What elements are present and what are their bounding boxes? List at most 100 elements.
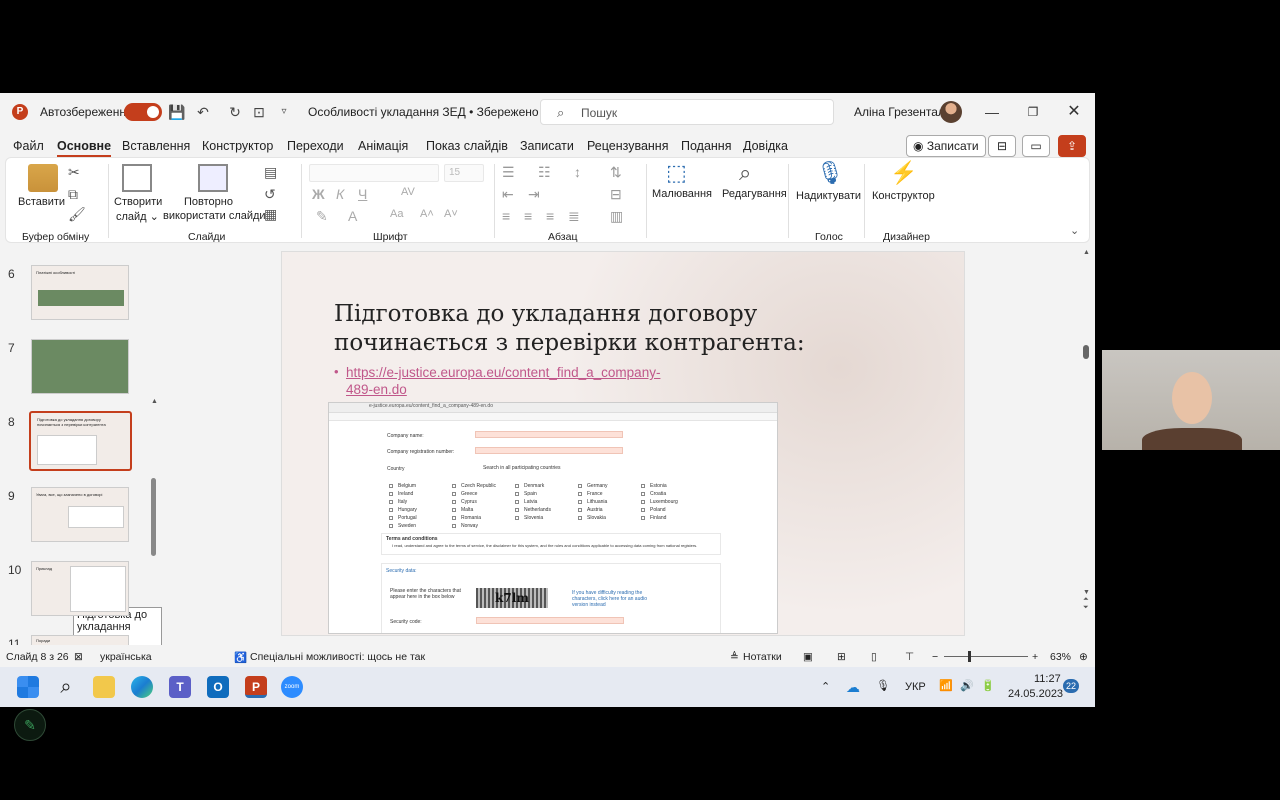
tab-record[interactable]: Записати [520, 139, 574, 153]
new-slide-dropdown[interactable]: слайд ⌄ [116, 210, 159, 223]
paste-icon[interactable] [28, 164, 58, 192]
battery-icon[interactable]: 🔋 [981, 679, 995, 692]
drawing-button[interactable]: Малювання [652, 188, 712, 200]
zoom-level[interactable]: 63% [1050, 651, 1071, 663]
zoom-app-icon[interactable]: zoom [281, 676, 303, 698]
new-slide-icon[interactable] [122, 164, 152, 192]
font-size-up-icon[interactable]: Aa [390, 208, 403, 220]
autosave-toggle[interactable] [124, 103, 162, 121]
notes-icon[interactable]: ≜ [730, 651, 739, 663]
dictate-button[interactable]: Надиктувати [796, 190, 861, 202]
font-name-box[interactable] [309, 164, 439, 182]
customize-toolbar-icon[interactable]: ▿ [275, 103, 293, 121]
microphone-icon[interactable]: 🎙 [816, 160, 844, 186]
thumbnail-slide-8[interactable]: Підготовка до укладання договору починає… [29, 411, 132, 471]
thumbnail-slide-6[interactable]: Платіжні особливості [31, 265, 129, 320]
tab-insert[interactable]: Вставлення [122, 139, 190, 153]
clock-date[interactable]: 24.05.2023 [1008, 688, 1063, 700]
slideshow-view-icon[interactable]: ⊤ [905, 651, 914, 663]
avatar[interactable] [940, 101, 962, 123]
numbering-icon[interactable]: ☷ [538, 164, 551, 181]
outlook-icon[interactable]: O [207, 676, 229, 698]
thumbnail-slide-7[interactable] [31, 339, 129, 394]
reuse-slides-icon[interactable] [198, 164, 228, 192]
annotate-pen-icon[interactable]: ✎ [14, 709, 46, 741]
decrease-indent-icon[interactable]: ⇤ [502, 186, 514, 203]
accessibility-icon[interactable]: ♿ [234, 651, 247, 664]
case-icon[interactable]: AV [401, 186, 415, 198]
comments-button[interactable]: ▭ [1022, 135, 1050, 157]
font-color-icon[interactable]: A [348, 208, 357, 224]
present-button[interactable]: ⊟ [988, 135, 1016, 157]
edge-icon[interactable] [131, 676, 153, 698]
mic-tray-icon[interactable]: 🎙 [876, 679, 890, 692]
layout-icon[interactable]: ▤ [264, 164, 277, 181]
text-direction-icon[interactable]: ⇅ [610, 164, 622, 181]
thumbnail-slide-11[interactable]: Поради [31, 635, 129, 645]
zoom-in-icon[interactable]: + [1032, 651, 1038, 663]
font-size-box[interactable]: 15 [444, 164, 484, 182]
reuse-label-2[interactable]: використати слайди [163, 210, 266, 222]
tab-view[interactable]: Подання [681, 139, 731, 153]
onedrive-icon[interactable]: ☁ [846, 679, 860, 696]
tab-slideshow[interactable]: Показ слайдів [426, 139, 508, 153]
tray-chevron-icon[interactable]: ⌃ [821, 680, 830, 693]
highlight-icon[interactable]: ✎ [316, 208, 328, 225]
slide-scrollbar[interactable]: ▲ ▼ ⏶ ⏷ [1083, 249, 1091, 629]
slide-title[interactable]: Підготовка до укладання договору починає… [334, 300, 854, 358]
align-text-icon[interactable]: ⊟ [610, 186, 622, 203]
search-taskbar-icon[interactable]: ⌕ [55, 676, 77, 698]
tab-animations[interactable]: Анімація [358, 139, 408, 153]
slide-canvas[interactable]: Підготовка до укладання договору починає… [281, 251, 965, 636]
paste-button[interactable]: Вставити [18, 196, 65, 208]
copy-icon[interactable]: ⧉ [68, 186, 78, 203]
start-icon[interactable] [17, 676, 39, 698]
zoom-out-icon[interactable]: − [932, 651, 938, 663]
normal-view-icon[interactable]: ▣ [803, 651, 813, 663]
tab-transitions[interactable]: Переходи [287, 139, 344, 153]
save-icon[interactable]: 💾 [168, 103, 186, 121]
underline-icon[interactable]: Ч [358, 186, 367, 202]
collapse-ribbon-icon[interactable]: ⌄ [1070, 224, 1079, 237]
new-slide-label[interactable]: Створити [114, 196, 162, 208]
drawing-icon[interactable]: ⬚ [666, 160, 687, 186]
align-center-icon[interactable]: ≡ [524, 208, 532, 224]
tab-review[interactable]: Рецензування [587, 139, 668, 153]
zoom-slider[interactable] [944, 651, 1028, 662]
wifi-icon[interactable]: 📶 [939, 679, 953, 692]
reading-view-icon[interactable]: ▯ [871, 651, 877, 663]
user-name[interactable]: Аліна Грезенталь [854, 105, 951, 119]
accessibility-status[interactable]: Спеціальні можливості: щось не так [250, 651, 425, 663]
document-title[interactable]: Особливості укладання ЗЕД • Збережено ⌄ [308, 105, 552, 119]
slide-embedded-screenshot[interactable]: e-justice.europa.eu/content_find_a_compa… [328, 402, 778, 634]
notification-badge[interactable]: 22 [1063, 679, 1079, 693]
columns-icon[interactable]: ▥ [610, 208, 623, 225]
section-icon[interactable]: ▦ [264, 206, 277, 223]
editing-button[interactable]: Редагування [722, 188, 787, 200]
powerpoint-taskbar-icon[interactable]: P [245, 676, 267, 698]
thumbnail-slide-9[interactable]: Увага, все, що зазначено в договорі [31, 487, 129, 542]
clock-time[interactable]: 11:27 [1034, 673, 1061, 685]
volume-icon[interactable]: 🔊 [960, 679, 974, 692]
grow-font-icon[interactable]: A˄ [420, 208, 434, 220]
shrink-font-icon[interactable]: A˅ [444, 208, 458, 220]
redo-icon[interactable]: ↻ [226, 103, 244, 121]
record-button[interactable]: ◉ Записати [906, 135, 986, 157]
spell-check-icon[interactable]: ⊠ [74, 651, 83, 663]
share-button[interactable]: ⇪ [1058, 135, 1086, 157]
file-explorer-icon[interactable] [93, 676, 115, 698]
thumbnail-slide-10[interactable]: Приклад [31, 561, 129, 616]
italic-icon[interactable]: К [336, 186, 344, 202]
tab-design[interactable]: Конструктор [202, 139, 273, 153]
align-right-icon[interactable]: ≡ [546, 208, 554, 224]
search-box[interactable]: ⌕ Пошук [540, 99, 834, 125]
slide-sorter-icon[interactable]: ⊞ [837, 651, 846, 663]
undo-icon[interactable]: ↶ [194, 103, 212, 121]
format-painter-icon[interactable]: 🖌 [68, 206, 86, 223]
keyboard-language[interactable]: УКР [905, 681, 926, 693]
close-icon[interactable]: ✕ [1062, 99, 1086, 125]
line-spacing-icon[interactable]: ↕ [574, 164, 581, 180]
bullets-icon[interactable]: ☰ [502, 164, 515, 181]
minimize-icon[interactable]: — [980, 99, 1004, 125]
fit-to-window-icon[interactable]: ⊕ [1079, 651, 1088, 663]
